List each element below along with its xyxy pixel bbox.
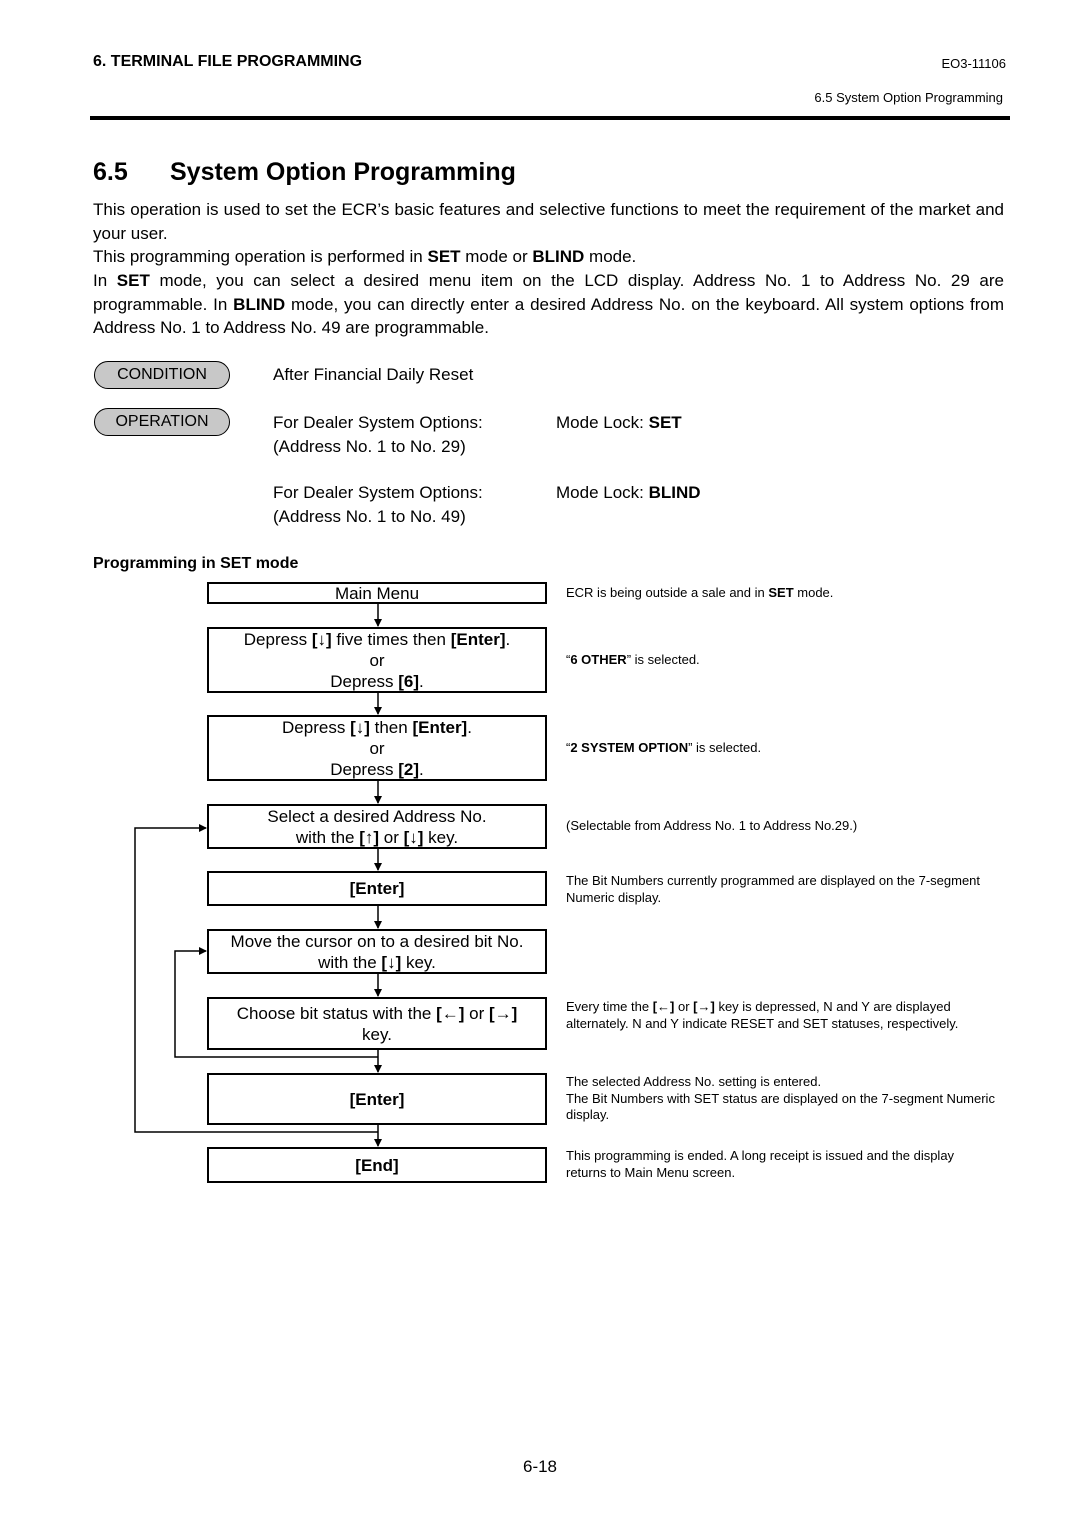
text: mode. xyxy=(793,585,834,600)
six-key: [6] xyxy=(398,671,420,691)
enter-key: [Enter] xyxy=(450,629,506,649)
text: . xyxy=(467,717,472,737)
step-line: Move the cursor on to a desired bit No. xyxy=(230,931,524,951)
page-number: 6-18 xyxy=(522,1457,558,1476)
note-main-menu: ECR is being outside a sale and in SET m… xyxy=(566,585,1006,602)
note-bit-status: Every time the [←] or [→] key is depress… xyxy=(566,999,1006,1032)
step-move-cursor: Move the cursor on to a desired bit No. … xyxy=(207,929,547,974)
text: Every time the xyxy=(566,999,653,1014)
note-system-option-selected: “2 SYSTEM OPTION” is selected. xyxy=(566,740,1006,757)
down-key: [↓] xyxy=(403,827,424,847)
note-line: The Bit Numbers with SET status are disp… xyxy=(566,1090,995,1123)
note-programming-ended: This programming is ended. A long receip… xyxy=(566,1148,955,1180)
text: with the xyxy=(295,827,360,847)
up-key: [↑] xyxy=(359,827,380,847)
step-end: [End] xyxy=(207,1147,547,1183)
step-line: key. xyxy=(362,1024,392,1044)
step-select-other: Depress [↓] five times then [Enter]. or … xyxy=(207,627,547,693)
two-key: [2] xyxy=(398,759,420,779)
text: ECR is being outside a sale and in xyxy=(566,585,769,600)
step-line: Depress [6]. xyxy=(209,671,545,692)
step-select-address: Select a desired Address No. with the [↑… xyxy=(207,804,547,849)
enter-key: [Enter] xyxy=(412,717,468,737)
menu-item-name: 6 OTHER xyxy=(570,652,627,667)
note-bit-numbers-displayed: The Bit Numbers currently programmed are… xyxy=(566,873,981,905)
step-line: with the [↑] or [↓] key. xyxy=(209,827,545,848)
down-key: [↓] xyxy=(381,952,402,972)
note-address-entered: The selected Address No. setting is ente… xyxy=(566,1074,996,1124)
text: . xyxy=(419,759,424,779)
note-other-selected: “6 OTHER” is selected. xyxy=(566,652,1006,669)
menu-item-name: 2 SYSTEM OPTION xyxy=(570,740,689,755)
end-key: [End] xyxy=(355,1155,399,1175)
step-enter-1: [Enter] xyxy=(207,871,547,906)
enter-key: [Enter] xyxy=(349,1089,405,1109)
step-select-system-option: Depress [↓] then [Enter]. or Depress [2]… xyxy=(207,715,547,781)
text: with the xyxy=(318,952,382,972)
text: Depress xyxy=(330,671,399,691)
text: Depress xyxy=(330,759,399,779)
step-line: Depress [↓] five times then [Enter]. xyxy=(209,629,545,650)
right-key: [→] xyxy=(488,1003,518,1023)
step-line: Depress [2]. xyxy=(209,759,545,780)
text: key. xyxy=(423,827,459,847)
note-line: The selected Address No. setting is ente… xyxy=(566,1074,822,1089)
left-key: [←] xyxy=(436,1003,465,1023)
step-main-menu: Main Menu xyxy=(207,582,547,604)
left-key: [←] xyxy=(652,999,675,1014)
text: Depress xyxy=(243,629,312,649)
step-text: Main Menu xyxy=(334,583,420,603)
enter-key: [Enter] xyxy=(349,879,405,898)
text: Choose bit status with the xyxy=(236,1003,437,1023)
text: Depress xyxy=(282,717,351,737)
text: key. xyxy=(401,952,436,972)
step-choose-bit-status: Choose bit status with the [←] or [→] ke… xyxy=(207,997,547,1050)
down-key: [↓] xyxy=(311,629,332,649)
step-enter-2: [Enter] xyxy=(207,1073,547,1125)
note-selectable-range: (Selectable from Address No. 1 to Addres… xyxy=(566,818,858,833)
text: ” is selected. xyxy=(688,740,762,755)
text: five times then xyxy=(331,629,451,649)
mode-set: SET xyxy=(768,585,794,600)
right-key: [→] xyxy=(693,999,715,1014)
step-line: with the [↓] key. xyxy=(209,952,545,973)
step-line: Choose bit status with the [←] or [→] xyxy=(209,1003,545,1024)
text: . xyxy=(419,671,424,691)
step-line: Select a desired Address No. xyxy=(267,806,487,826)
text: ” is selected. xyxy=(626,652,700,667)
or-text: or xyxy=(369,650,385,670)
text: or xyxy=(464,1003,489,1023)
or-text: or xyxy=(369,738,385,758)
text: or xyxy=(379,827,404,847)
text: then xyxy=(369,717,413,737)
step-line: Depress [↓] then [Enter]. xyxy=(209,717,545,738)
text: . xyxy=(505,629,511,649)
down-key: [↓] xyxy=(350,717,370,737)
text: or xyxy=(674,999,694,1014)
